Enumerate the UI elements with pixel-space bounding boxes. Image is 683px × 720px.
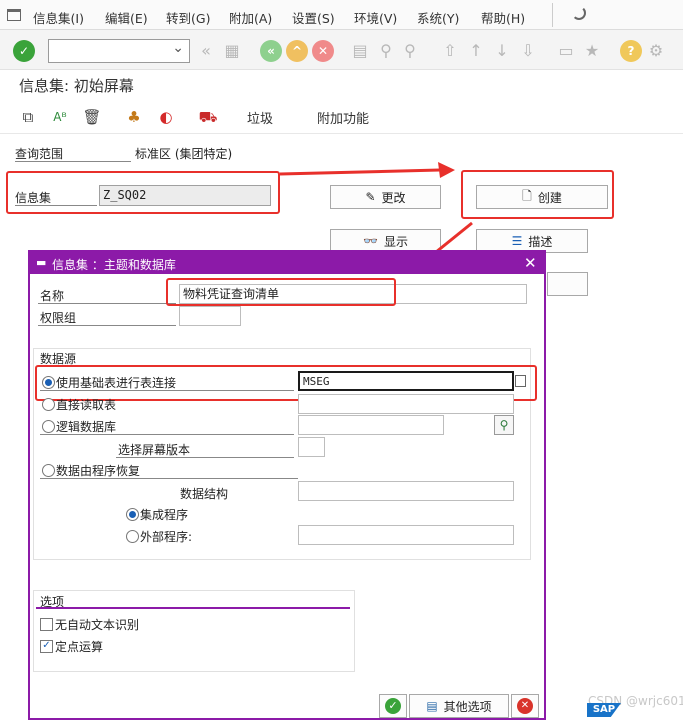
- checkbox-fixed-point[interactable]: ✓: [40, 640, 53, 653]
- change-button-label: 更改: [381, 190, 406, 205]
- underline: [38, 325, 176, 326]
- fixed-point-label: 定点运算: [55, 640, 104, 654]
- back-icon[interactable]: «: [196, 40, 216, 62]
- menu-help[interactable]: 帮助(H): [481, 8, 525, 27]
- first-page-icon[interactable]: ⇧: [440, 40, 460, 62]
- menu-divider: [552, 3, 553, 27]
- menu-infoset[interactable]: 信息集(I): [33, 8, 84, 27]
- cancel-icon[interactable]: ✕: [312, 40, 334, 62]
- rename-icon[interactable]: Aᴮ: [50, 107, 70, 127]
- session-icon[interactable]: [572, 6, 586, 20]
- description-icon: ☰: [511, 234, 523, 248]
- underline: [15, 161, 131, 162]
- arrowhead: [438, 162, 455, 178]
- ok-button[interactable]: ✓: [379, 694, 407, 718]
- dialog-title: 信息集 ：主题和数据库: [52, 258, 176, 272]
- annotation-box-name: [166, 278, 396, 306]
- delete-icon[interactable]: 🗑: [82, 107, 102, 127]
- sap-logo: SAP: [587, 703, 621, 717]
- query-area-value: 标准区 (集团特定): [135, 147, 233, 161]
- new-session-icon[interactable]: ▭: [556, 40, 576, 62]
- data-structure-input[interactable]: [298, 481, 514, 501]
- other-options-label: 其他选项: [443, 699, 492, 714]
- checkbox-no-auto-text[interactable]: [40, 618, 53, 631]
- underline: [116, 457, 294, 458]
- hidden-button[interactable]: [547, 272, 588, 296]
- exit-icon[interactable]: ^: [286, 40, 308, 62]
- query-area-label: 查询范围: [15, 147, 64, 161]
- other-options-button[interactable]: ▤ 其他选项: [409, 694, 509, 718]
- underline: [38, 303, 176, 304]
- help-icon[interactable]: ?: [620, 40, 642, 62]
- page-title: 信息集: 初始屏幕: [19, 77, 134, 95]
- back-green-icon[interactable]: «: [260, 40, 282, 62]
- auth-group-label: 权限组: [40, 311, 77, 325]
- logical-db-input[interactable]: [298, 415, 444, 435]
- menu-goto[interactable]: 转到(G): [166, 8, 210, 27]
- menu-edit[interactable]: 编辑(E): [105, 8, 148, 27]
- options-icon: ▤: [426, 699, 438, 713]
- change-button[interactable]: ✎ 更改: [330, 185, 441, 209]
- transport-icon[interactable]: ⛟: [198, 107, 218, 127]
- annotation-box-create: [461, 170, 614, 219]
- cancel-button[interactable]: ✕: [511, 694, 539, 718]
- query-icon[interactable]: ◐: [156, 107, 176, 127]
- radio-direct-read[interactable]: [42, 398, 55, 411]
- find-icon[interactable]: ⚲: [376, 40, 396, 62]
- no-auto-text-label: 无自动文本识别: [55, 618, 140, 632]
- auth-group-input[interactable]: [179, 306, 241, 326]
- name-label: 名称: [40, 289, 65, 303]
- options-underline: [36, 607, 350, 609]
- menu-extras[interactable]: 附加(A): [229, 8, 272, 27]
- command-field[interactable]: [48, 39, 190, 63]
- menu-icon[interactable]: [7, 9, 21, 21]
- last-page-icon[interactable]: ⇩: [518, 40, 538, 62]
- enter-icon[interactable]: ✓: [13, 40, 35, 62]
- ok-icon: ✓: [385, 698, 401, 714]
- describe-button-label: 描述: [528, 234, 553, 249]
- dialog-title-bar: ▬ 信息集 ：主题和数据库 ✕: [30, 252, 544, 274]
- screen-version-input[interactable]: [298, 437, 325, 457]
- cancel-x-icon: ✕: [517, 698, 533, 714]
- integrated-label: 集成程序: [140, 508, 189, 522]
- menu-settings[interactable]: 设置(S): [292, 8, 335, 27]
- external-label: 外部程序:: [140, 530, 193, 544]
- underline: [40, 434, 294, 435]
- radio-program[interactable]: [42, 464, 55, 477]
- menu-environment[interactable]: 环境(V): [354, 8, 397, 27]
- display-button-label: 显示: [383, 234, 408, 249]
- annotation-box-infoset: [6, 171, 280, 214]
- trash-button[interactable]: 垃圾: [247, 108, 273, 127]
- print-icon[interactable]: ▤: [350, 40, 370, 62]
- extras-button[interactable]: 附加功能: [317, 108, 369, 127]
- divider: [0, 133, 683, 134]
- radio-external[interactable]: [126, 530, 139, 543]
- find-next-icon[interactable]: ⚲: [400, 40, 420, 62]
- program-label: 数据由程序恢复: [56, 464, 141, 478]
- screen-version-label: 选择屏幕版本: [118, 443, 191, 457]
- dialog-menu-icon[interactable]: ▬: [36, 256, 46, 269]
- data-structure-label: 数据结构: [180, 487, 229, 501]
- close-icon[interactable]: ✕: [524, 254, 537, 272]
- radio-logical-db[interactable]: [42, 420, 55, 433]
- next-page-icon[interactable]: ↓: [492, 40, 512, 62]
- pencil-icon: ✎: [365, 190, 376, 204]
- save-icon[interactable]: ▦: [222, 40, 242, 62]
- external-program-input[interactable]: [298, 525, 514, 545]
- underline: [40, 478, 298, 479]
- radio-integrated[interactable]: [126, 508, 139, 521]
- direct-read-label: 直接读取表: [56, 398, 117, 412]
- db-search-icon[interactable]: ⚲: [494, 415, 514, 435]
- prev-page-icon[interactable]: ↑: [466, 40, 486, 62]
- logical-db-label: 逻辑数据库: [56, 420, 117, 434]
- copy-icon[interactable]: ⧉: [18, 107, 38, 127]
- role-assign-icon[interactable]: ♣: [124, 107, 144, 127]
- shortcut-icon[interactable]: ★: [582, 40, 602, 62]
- glasses-icon: 👓: [363, 234, 378, 248]
- settings-gear-icon[interactable]: ⚙: [646, 40, 666, 62]
- menu-system[interactable]: 系统(Y): [417, 8, 459, 27]
- arrow-to-create: [279, 168, 441, 176]
- direct-read-input[interactable]: [298, 394, 514, 414]
